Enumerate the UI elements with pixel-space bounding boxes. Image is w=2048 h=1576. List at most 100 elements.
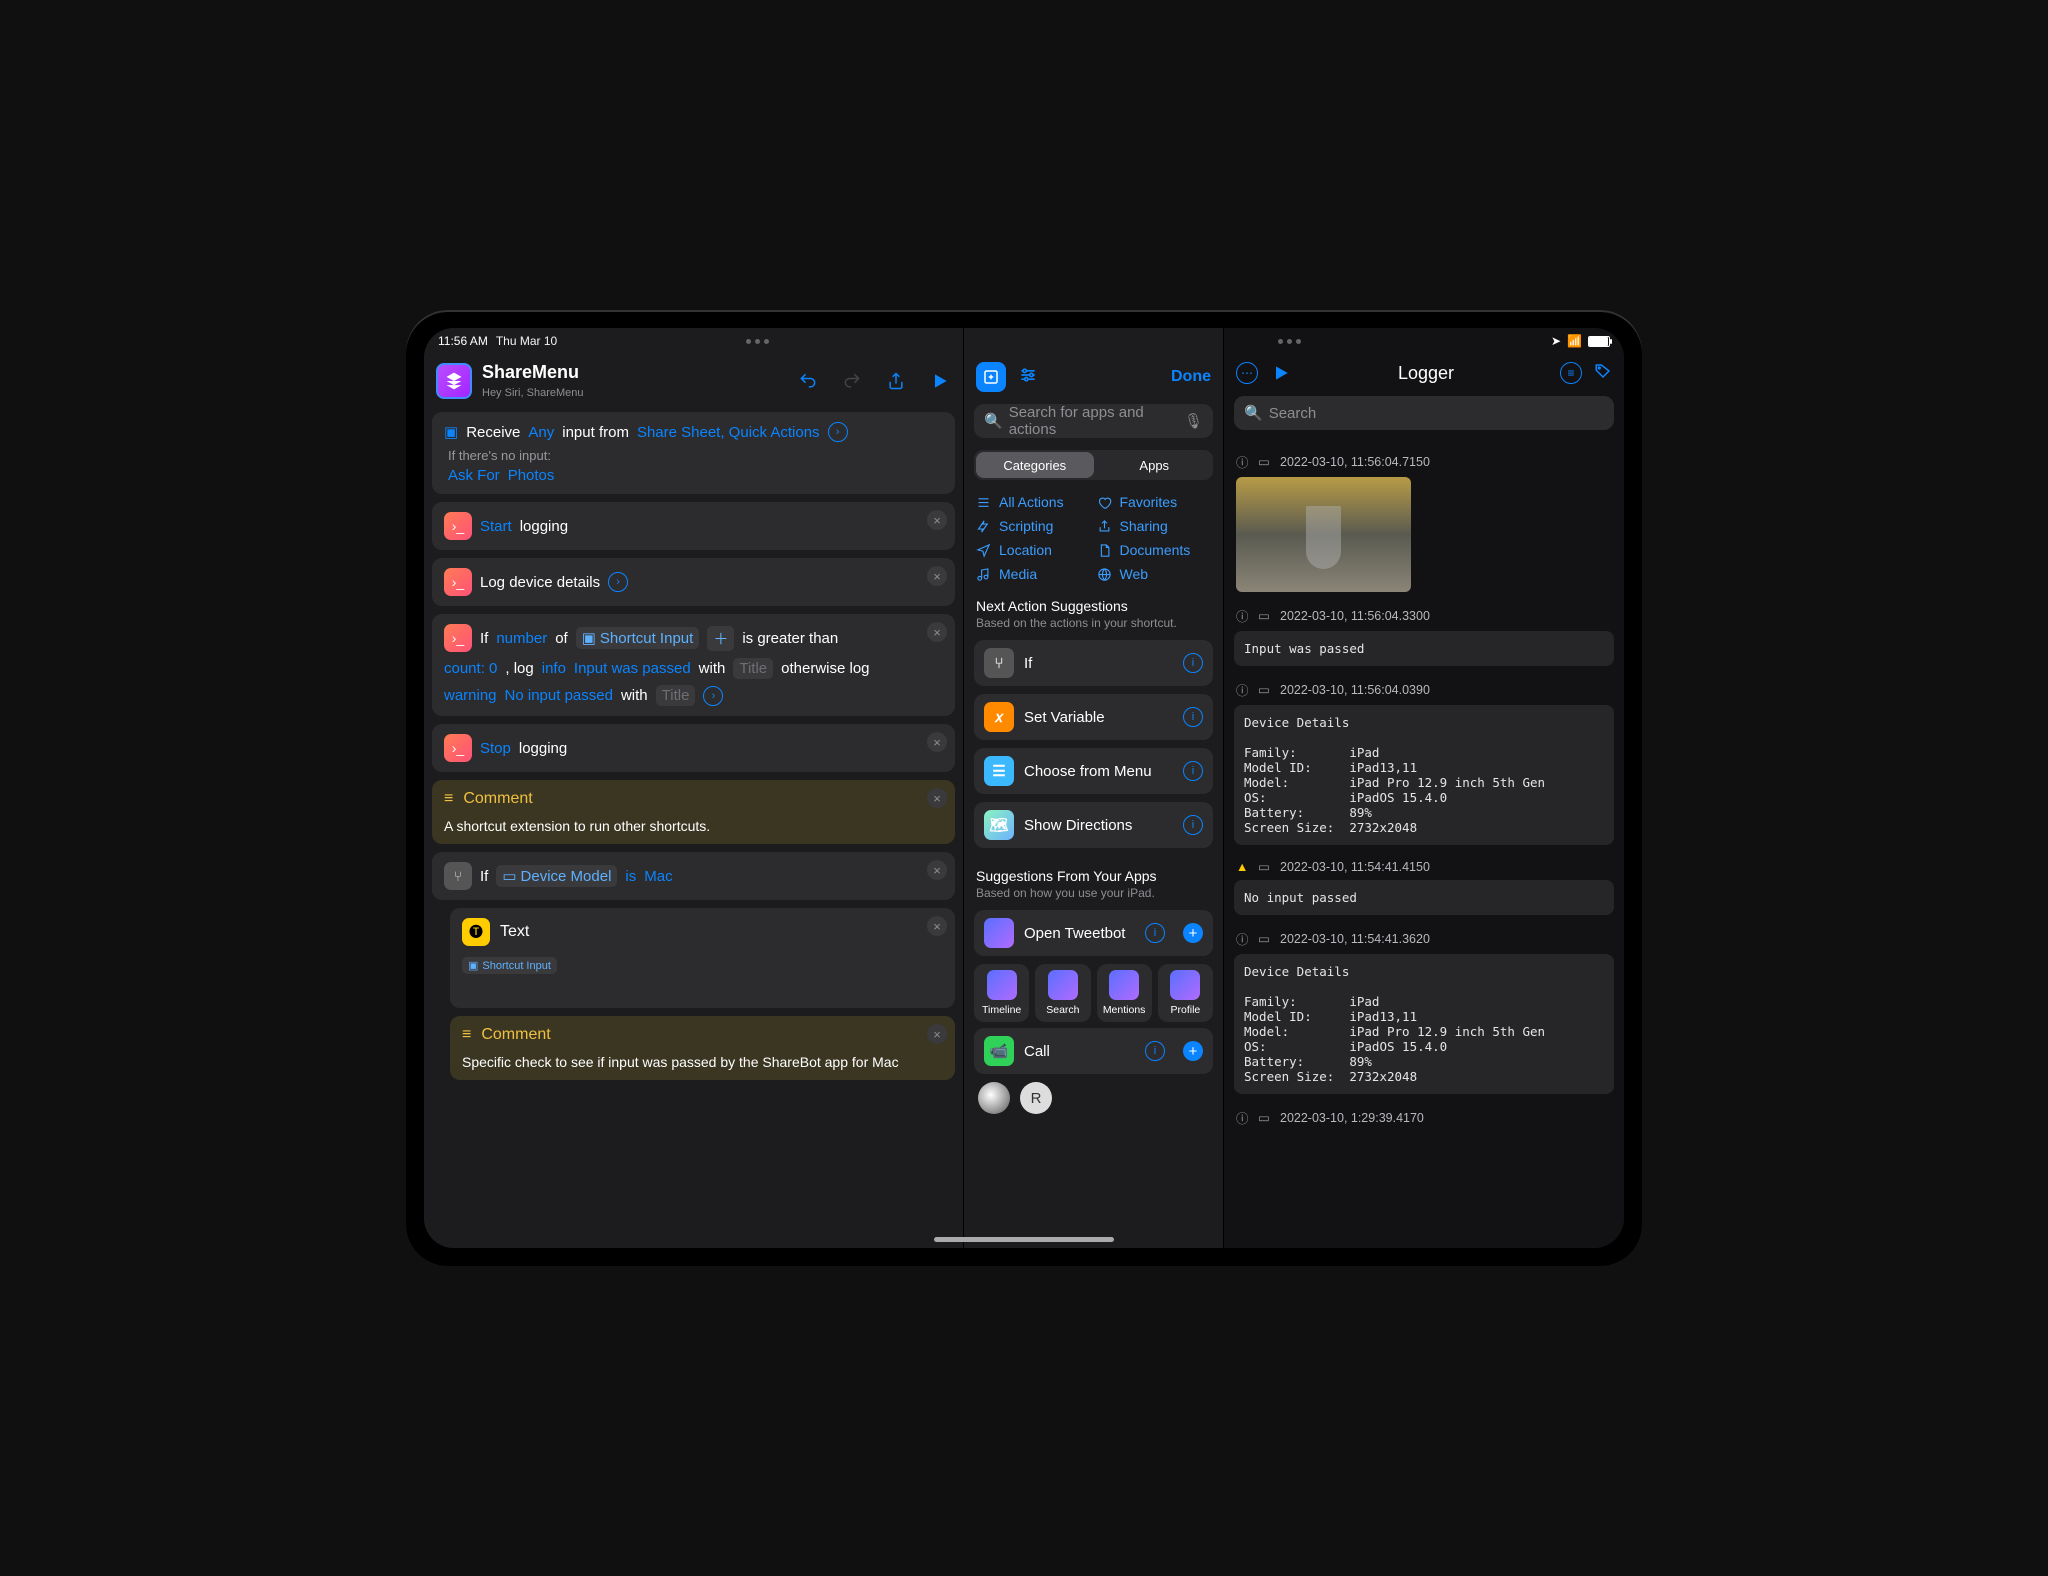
actions-search[interactable]: 🔍 Search for apps and actions 🎙 [974,404,1213,438]
logger-body[interactable]: ⓘ▭2022-03-10, 11:56:04.7150 ⓘ▭2022-03-10… [1224,434,1624,1248]
shortcut-icon[interactable] [436,363,472,399]
log-entry-header[interactable]: ⓘ▭2022-03-10, 11:56:04.7150 [1236,452,1612,471]
remove-icon[interactable]: × [927,732,947,752]
cat-all-actions[interactable]: All Actions [976,494,1091,510]
log-message[interactable]: No input passed [1234,880,1614,915]
val-mac[interactable]: Mac [644,868,672,885]
expand-icon[interactable]: › [828,422,848,442]
add-icon[interactable]: + [1183,1041,1203,1061]
remove-icon[interactable]: × [927,860,947,880]
kw-is[interactable]: is [625,868,636,885]
add-var-icon[interactable]: ＋ [707,626,734,651]
log-device-details[interactable]: Device Details Family: iPad Model ID: iP… [1234,705,1614,845]
info-icon[interactable]: i [1145,923,1165,943]
seg-apps[interactable]: Apps [1096,450,1214,480]
log-device-action[interactable]: × ›_ Log device details › [432,558,955,606]
var-device-model[interactable]: ▭ Device Model [496,865,617,887]
remove-icon[interactable]: × [927,1024,947,1044]
multitasking-dots[interactable] [565,339,949,344]
cat-sharing[interactable]: Sharing [1097,518,1212,534]
msg-passed[interactable]: Input was passed [574,660,691,677]
param-source[interactable]: Share Sheet, Quick Actions [637,424,820,441]
if-devicemodel-action[interactable]: × ⑂ If ▭ Device Model is Mac [432,852,955,900]
msg-noinput[interactable]: No input passed [505,687,613,704]
sugg-choose-menu[interactable]: ☰Choose from Menui [974,748,1213,794]
info-icon[interactable]: i [1183,707,1203,727]
home-indicator[interactable] [934,1237,1114,1242]
logger-search[interactable]: 🔍 Search [1234,396,1614,430]
multitasking-dots[interactable] [1278,339,1301,344]
share-button[interactable] [885,370,907,392]
info-icon[interactable]: i [1145,1041,1165,1061]
expand-icon[interactable]: › [608,572,628,592]
cat-web[interactable]: Web [1097,566,1212,582]
start-action[interactable]: × ›_ Start logging [432,502,955,550]
ph-title[interactable]: Title [733,658,773,679]
text-action[interactable]: × 🅣Text ▣ Shortcut Input [450,908,955,1008]
stop-action[interactable]: × ›_ Stop logging [432,724,955,772]
tb-profile[interactable]: Profile [1158,964,1213,1022]
tb-mentions[interactable]: Mentions [1097,964,1152,1022]
level-warning[interactable]: warning [444,687,497,704]
add-icon[interactable]: + [1183,923,1203,943]
mic-icon[interactable]: 🎙 [1184,412,1203,430]
tb-timeline[interactable]: Timeline [974,964,1029,1022]
remove-icon[interactable]: × [927,788,947,808]
editor-body[interactable]: ▣ Receive Any input from Share Sheet, Qu… [424,406,963,1248]
log-entry-header[interactable]: ⓘ▭2022-03-10, 11:54:41.3620 [1236,929,1612,948]
remove-icon[interactable]: × [927,566,947,586]
ask-photos[interactable]: Photos [508,467,555,484]
var-shortcut-input[interactable]: ▣ Shortcut Input [576,627,700,649]
remove-icon[interactable]: × [927,510,947,530]
sugg-show-directions[interactable]: 🗺Show Directionsi [974,802,1213,848]
remove-icon[interactable]: × [927,916,947,936]
level-info[interactable]: info [542,660,566,677]
tag-icon[interactable] [1594,362,1612,384]
run-button[interactable] [929,370,951,392]
log-image[interactable] [1236,477,1411,592]
seg-categories[interactable]: Categories [976,452,1094,478]
sugg-if[interactable]: ⑂Ifi [974,640,1213,686]
log-entry-header[interactable]: ⓘ▭2022-03-10, 11:56:04.0390 [1236,680,1612,699]
receive-action[interactable]: ▣ Receive Any input from Share Sheet, Qu… [432,412,955,494]
param-count[interactable]: count: 0 [444,660,497,677]
comment2-body[interactable]: Specific check to see if input was passe… [462,1054,943,1070]
tb-search[interactable]: Search [1035,964,1090,1022]
log-entry-header-warning[interactable]: ▲▭2022-03-10, 11:54:41.4150 [1236,859,1612,874]
log-entry-header[interactable]: ⓘ▭2022-03-10, 1:29:39.4170 [1236,1108,1612,1127]
undo-button[interactable] [797,370,819,392]
logger-play-button[interactable] [1270,362,1292,384]
cat-location[interactable]: Location [976,542,1091,558]
cat-media[interactable]: Media [976,566,1091,582]
add-shortcut-button[interactable] [976,362,1006,392]
menu-button[interactable]: ⋯ [1236,362,1258,384]
sugg-call[interactable]: 📹Calli+ [974,1028,1213,1074]
text-content-chip[interactable]: ▣ Shortcut Input [462,957,557,974]
cat-documents[interactable]: Documents [1097,542,1212,558]
log-entry-header[interactable]: ⓘ▭2022-03-10, 11:56:04.3300 [1236,606,1612,625]
comment2-action[interactable]: × ≡Comment Specific check to see if inpu… [450,1016,955,1080]
log-message[interactable]: Input was passed [1234,631,1614,666]
info-icon[interactable]: i [1183,761,1203,781]
param-any[interactable]: Any [528,424,554,441]
sugg-set-variable[interactable]: 𝑥Set Variablei [974,694,1213,740]
filter-lines-button[interactable]: ≡ [1560,362,1582,384]
expand-icon[interactable]: › [703,686,723,706]
cat-favorites[interactable]: Favorites [1097,494,1212,510]
contact-avatar[interactable]: R [1020,1082,1052,1114]
contact-avatar[interactable] [978,1082,1010,1114]
info-icon[interactable]: i [1183,653,1203,673]
ph-title2[interactable]: Title [656,685,696,706]
remove-icon[interactable]: × [927,622,947,642]
filter-button[interactable] [1018,365,1038,389]
comment-body[interactable]: A shortcut extension to run other shortc… [444,818,943,834]
segmented-control[interactable]: Categories Apps [974,450,1213,480]
cat-scripting[interactable]: Scripting [976,518,1091,534]
param-number[interactable]: number [496,630,547,647]
ask-for[interactable]: Ask For [448,467,500,484]
sugg-open-tweetbot[interactable]: Open Tweetboti+ [974,910,1213,956]
log-device-details[interactable]: Device Details Family: iPad Model ID: iP… [1234,954,1614,1094]
comment-action[interactable]: × ≡Comment A shortcut extension to run o… [432,780,955,844]
done-button[interactable]: Done [1171,368,1211,386]
info-icon[interactable]: i [1183,815,1203,835]
